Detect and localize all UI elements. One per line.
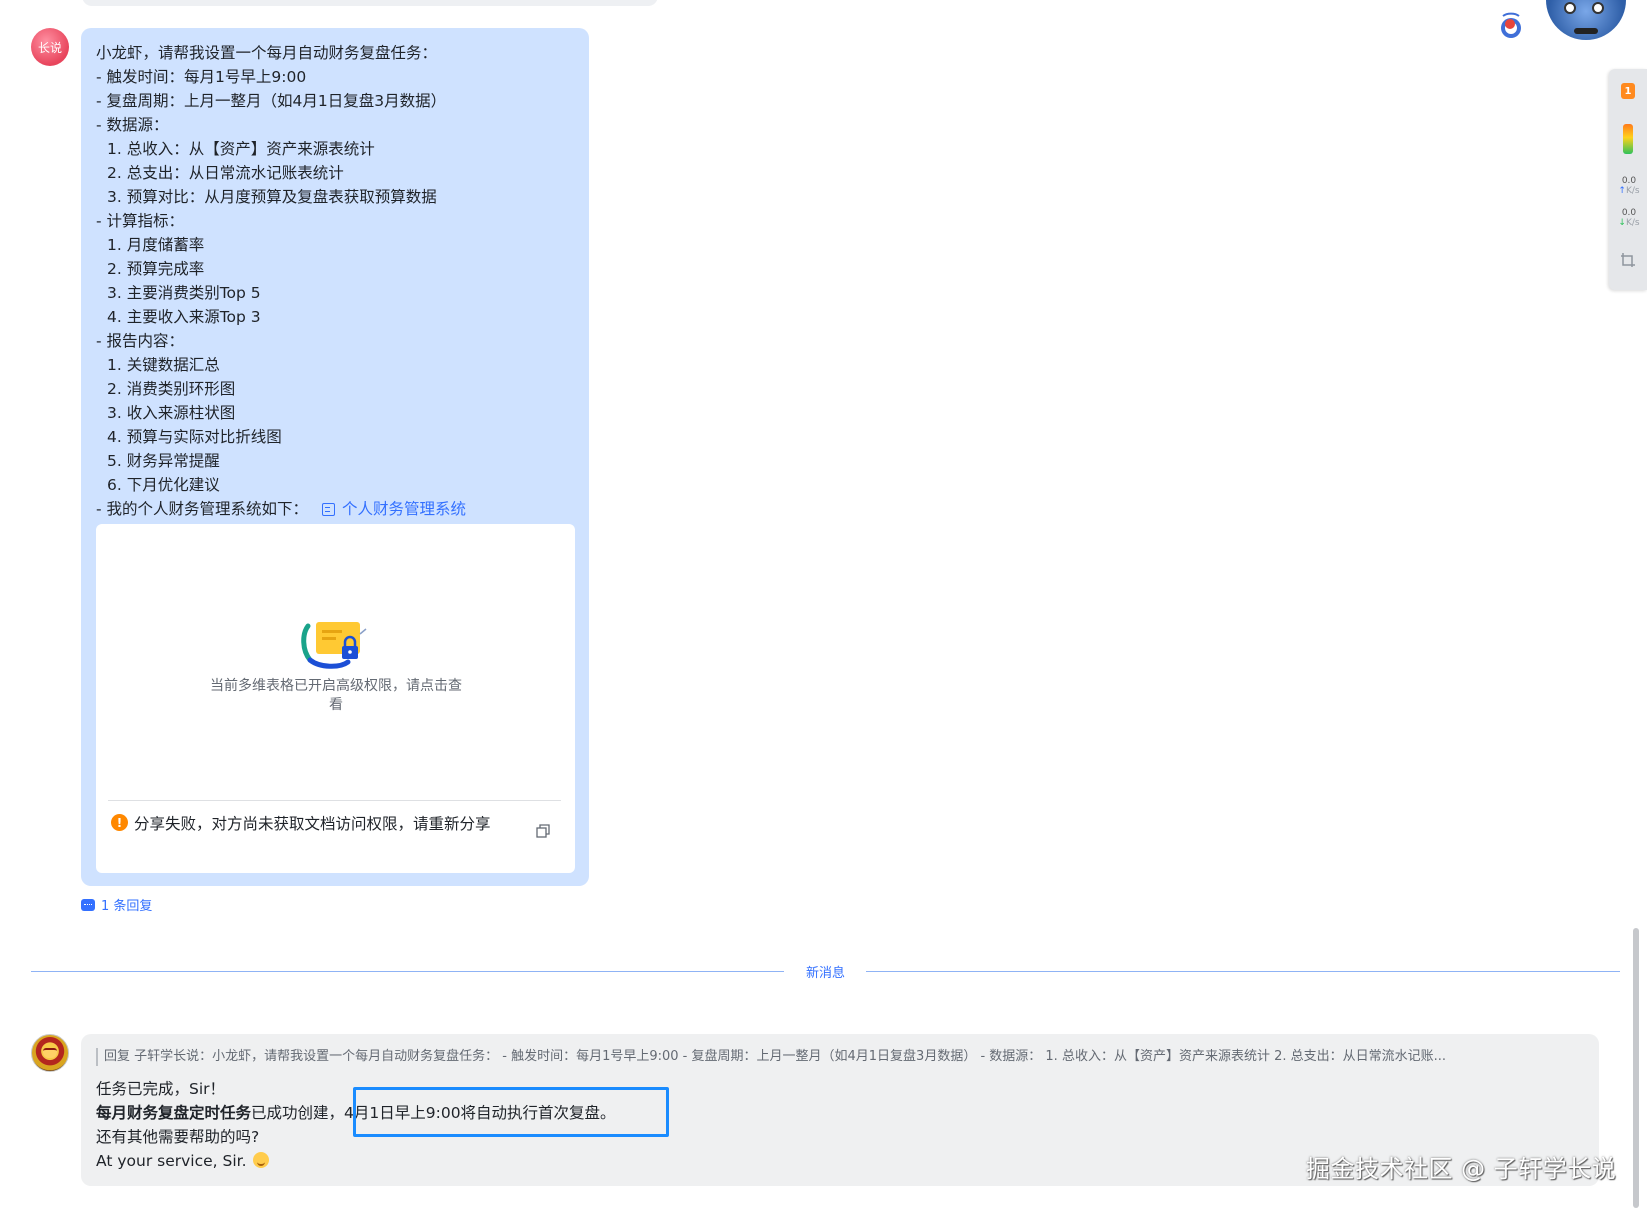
message-line: - 触发时间：每月1号早上9:00	[96, 68, 307, 86]
download-value: 0.0	[1621, 208, 1637, 218]
message-line: 5. 财务异常提醒	[107, 452, 220, 470]
divider-line-left	[31, 971, 784, 972]
floating-assistant-icon[interactable]	[1497, 12, 1525, 40]
message-line: 3. 主要消费类别Top 5	[107, 284, 261, 302]
message-line: - 复盘周期：上月一整月（如4月1日复盘3月数据）	[96, 92, 447, 110]
download-unit: K/s	[1625, 218, 1640, 228]
task-name: 每月财务复盘定时任务	[96, 1104, 252, 1122]
mascot-eye	[1564, 2, 1576, 14]
message-line: - 报告内容：	[96, 332, 185, 350]
document-icon[interactable]	[322, 502, 336, 516]
message-line: 小龙虾，请帮我设置一个每月自动财务复盘任务：	[96, 44, 438, 62]
quoted-reply[interactable]: 回复 子轩学长说：小龙虾，请帮我设置一个每月自动财务复盘任务： - 触发时间：每…	[96, 1048, 1576, 1066]
message-line: 4. 预算与实际对比折线图	[107, 428, 282, 446]
upload-unit: K/s	[1625, 186, 1640, 196]
iron-helmet-icon	[43, 1048, 57, 1058]
task-created-text: 已成功创建，	[251, 1104, 345, 1122]
thread-reply-link[interactable]: 1 条回复	[81, 895, 152, 914]
message-line: 4. 主要收入来源Top 3	[107, 308, 261, 326]
message-line: - 数据源：	[96, 116, 169, 134]
watermark: 掘金技术社区 @ 子轩学长说	[1306, 1155, 1617, 1183]
notification-badge[interactable]: 1	[1621, 83, 1635, 99]
message-line: 1. 关键数据汇总	[107, 356, 220, 374]
user-message-text: 小龙虾，请帮我设置一个每月自动财务复盘任务： - 触发时间：每月1号早上9:00…	[96, 41, 574, 521]
message-line: 2. 总支出：从日常流水记账表统计	[107, 164, 344, 182]
new-message-divider: 新消息	[31, 966, 1620, 981]
message-line: 6. 下月优化建议	[107, 476, 220, 494]
doc-preview-card[interactable]: 当前多维表格已开启高级权限，请点击查看 ! 分享失败，对方尚未获取文档访问权限，…	[96, 524, 575, 873]
finance-system-link[interactable]: 个人财务管理系统	[342, 497, 466, 521]
locked-table-icon	[301, 622, 367, 669]
copy-icon[interactable]	[536, 824, 550, 838]
service-text: At your service, Sir.	[96, 1152, 247, 1170]
message-line: 1. 月度储蓄率	[107, 236, 205, 254]
system-link-line: - 我的个人财务管理系统如下： 个人财务管理系统	[96, 497, 574, 521]
warning-icon: !	[111, 814, 128, 831]
message-line: At your service, Sir.	[96, 1149, 616, 1173]
message-line: 1. 总收入：从【资产】资产来源表统计	[107, 140, 375, 158]
permission-notice[interactable]: 当前多维表格已开启高级权限，请点击查看	[206, 677, 466, 715]
reply-count-text: 1 条回复	[101, 899, 153, 914]
previous-message-edge	[82, 0, 658, 6]
message-line: 2. 消费类别环形图	[107, 380, 236, 398]
network-speed-widget[interactable]: 1 0.0 ↑K/s 0.0 ↓K/s	[1609, 69, 1647, 290]
scrollbar[interactable]	[1633, 928, 1639, 1208]
message-line: 2. 预算完成率	[107, 260, 205, 278]
user-avatar-text: 长说	[37, 40, 62, 55]
mascot-icon[interactable]	[1546, 0, 1626, 40]
bot-avatar[interactable]	[31, 1034, 69, 1072]
message-line: 3. 预算对比：从月度预算及复盘表获取预算数据	[107, 188, 437, 206]
link-prefix: - 我的个人财务管理系统如下：	[96, 500, 309, 518]
upload-value: 0.0	[1621, 176, 1637, 186]
usage-meter	[1623, 124, 1633, 154]
download-rate: 0.0 ↓K/s	[1612, 208, 1646, 228]
highlight-box	[353, 1087, 669, 1137]
message-line: - 计算指标：	[96, 212, 185, 230]
smile-emoji-icon	[252, 1152, 269, 1168]
screenshot-icon[interactable]	[1620, 252, 1636, 268]
user-avatar[interactable]: 长说	[31, 28, 69, 66]
chat-window: 长说 小龙虾，请帮我设置一个每月自动财务复盘任务： - 触发时间：每月1号早上9…	[0, 0, 1647, 1208]
comment-icon	[81, 898, 95, 911]
upload-arrow-icon: ↑	[1618, 186, 1626, 196]
divider-line-right	[866, 971, 1620, 972]
download-arrow-icon: ↓	[1618, 218, 1626, 228]
new-message-label: 新消息	[806, 966, 846, 981]
mascot-mouth	[1574, 28, 1598, 34]
mascot-eye	[1592, 2, 1604, 14]
upload-rate: 0.0 ↑K/s	[1612, 176, 1646, 196]
message-line: 3. 收入来源柱状图	[107, 404, 236, 422]
share-error-text: 分享失败，对方尚未获取文档访问权限，请重新分享	[134, 815, 491, 833]
card-divider	[108, 800, 561, 801]
